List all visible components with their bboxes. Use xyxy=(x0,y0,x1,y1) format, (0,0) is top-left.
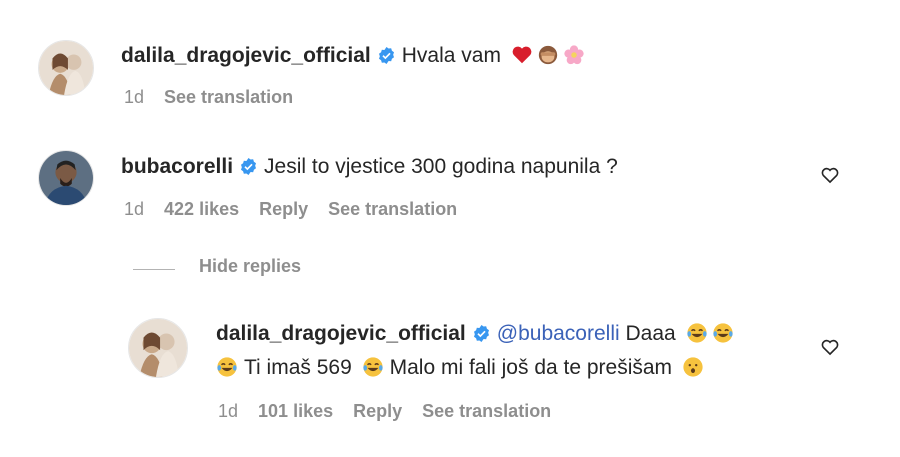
reply-text-b: Ti imaš 569 xyxy=(244,356,352,379)
see-translation-link[interactable]: See translation xyxy=(164,87,293,107)
see-translation-link[interactable]: See translation xyxy=(328,199,457,219)
mention-link[interactable]: @bubacorelli xyxy=(497,322,620,345)
verified-badge-icon xyxy=(377,45,396,65)
username[interactable]: dalila_dragojevic_official xyxy=(121,44,371,67)
username[interactable]: bubacorelli xyxy=(121,155,233,178)
verified-badge-icon xyxy=(239,156,258,176)
face-with-tears-of-joy-icon xyxy=(362,356,384,378)
comment-text: Jesil to vjestice 300 godina napunila ? xyxy=(264,155,618,178)
username[interactable]: dalila_dragojevic_official xyxy=(216,322,466,345)
comment-text: Hvala vam xyxy=(401,44,501,67)
reply-button[interactable]: Reply xyxy=(353,401,402,421)
likes-count[interactable]: 101 likes xyxy=(258,401,333,421)
verified-badge-icon xyxy=(472,323,491,343)
comment-time: 1d xyxy=(218,401,239,421)
see-no-evil-monkey-icon xyxy=(537,44,559,66)
hushed-face-icon xyxy=(682,356,704,378)
like-heart-icon[interactable] xyxy=(820,337,840,357)
likes-count[interactable]: 422 likes xyxy=(164,199,239,219)
red-heart-icon xyxy=(511,44,533,66)
hide-replies-button[interactable]: Hide replies xyxy=(199,256,301,277)
cherry-blossom-icon xyxy=(563,44,585,66)
like-heart-icon[interactable] xyxy=(820,165,840,185)
reply-text-a: Daaa xyxy=(625,322,676,345)
face-with-tears-of-joy-icon xyxy=(712,322,734,344)
comment-time: 1d xyxy=(124,199,145,219)
reply-button[interactable]: Reply xyxy=(259,199,308,219)
face-with-tears-of-joy-icon xyxy=(216,356,238,378)
face-with-tears-of-joy-icon xyxy=(686,322,708,344)
reply-text-c: Malo mi fali još da te prešišam xyxy=(389,356,673,379)
hide-replies-divider xyxy=(133,269,175,270)
avatar[interactable] xyxy=(38,150,94,206)
see-translation-link[interactable]: See translation xyxy=(422,401,551,421)
avatar[interactable] xyxy=(38,40,94,96)
avatar[interactable] xyxy=(128,318,188,378)
comment-time: 1d xyxy=(124,87,145,107)
